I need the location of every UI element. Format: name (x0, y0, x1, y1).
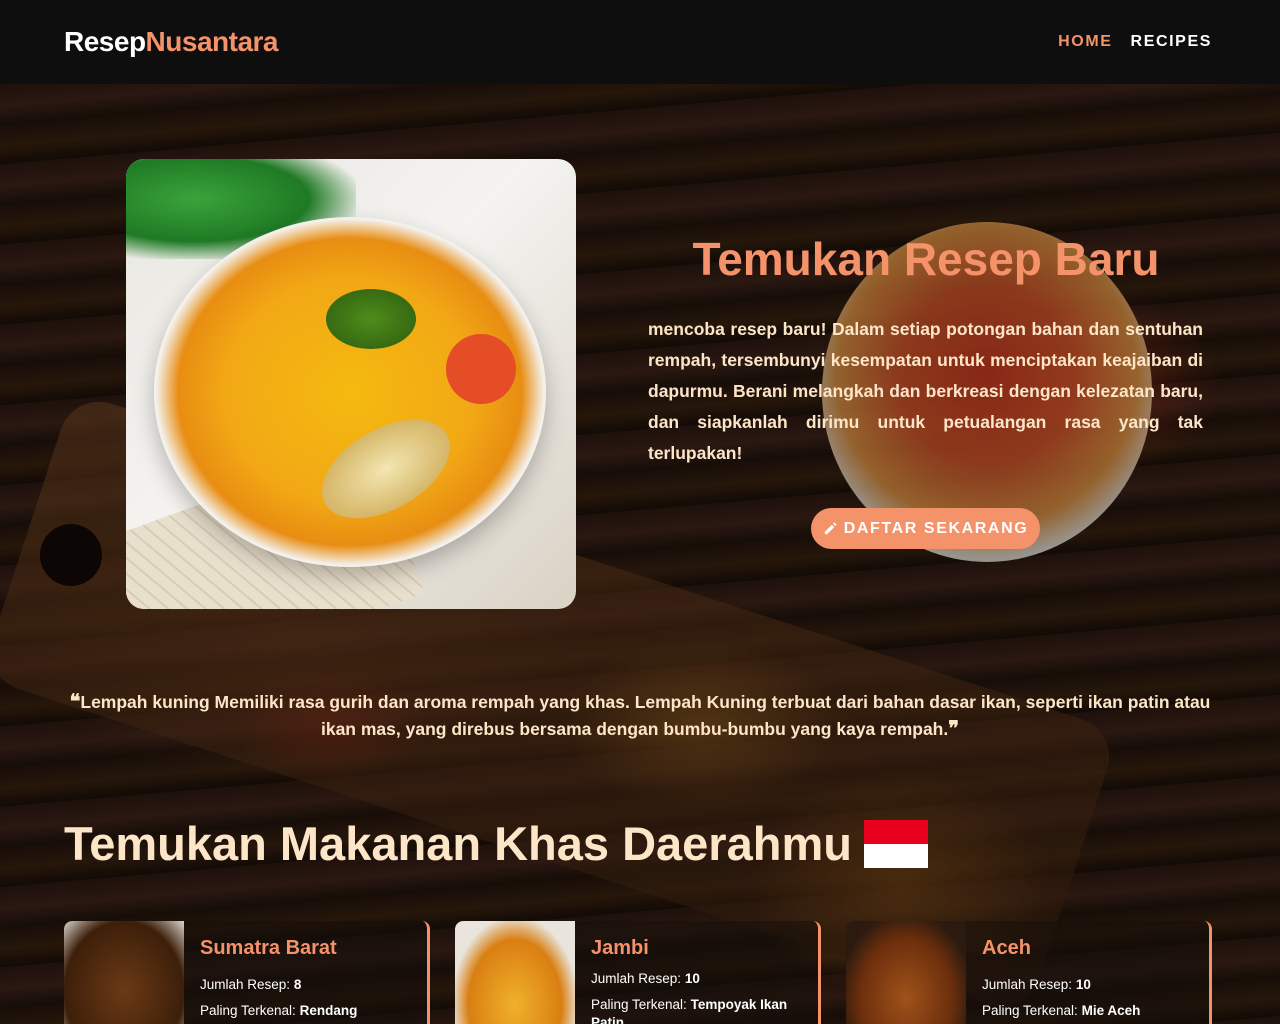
region-card-title: Sumatra Barat (200, 937, 337, 959)
region-card-famous: Paling Terkenal: Rendang (200, 1003, 358, 1018)
quote-open-icon: ❝ (69, 689, 81, 713)
quote-text: Lempah kuning Memiliki rasa gurih dan ar… (80, 692, 1211, 739)
indonesia-flag-icon (863, 819, 928, 868)
region-section-heading: Temukan Makanan Khas Daerahmu (64, 816, 928, 871)
brand-part2: Nusantara (145, 26, 279, 57)
hero-text: mencoba resep baru! Dalam setiap potonga… (648, 319, 1203, 463)
brand-logo[interactable]: ResepNusantara (64, 26, 278, 58)
quote-close-icon: ❞ (948, 716, 959, 740)
nav-home[interactable]: HOME (1058, 33, 1112, 51)
region-card-famous: Paling Terkenal: Mie Aceh (982, 1003, 1141, 1018)
region-card-image (64, 921, 184, 1024)
pencil-icon (824, 522, 837, 535)
region-card-count: Jumlah Resep: 10 (982, 977, 1091, 992)
region-card[interactable]: Sumatra Barat Jumlah Resep: 8 Paling Ter… (64, 921, 430, 1024)
nav-links: HOME RECIPES (1058, 33, 1212, 51)
register-button-label: DAFTAR SEKARANG (843, 519, 1029, 537)
nav-recipes[interactable]: RECIPES (1131, 33, 1212, 51)
cutting-board-hole (40, 524, 102, 586)
region-card[interactable]: Aceh Jumlah Resep: 10 Paling Terkenal: M… (846, 921, 1212, 1024)
region-card[interactable]: Jambi Jumlah Resep: 10 Paling Terkenal: … (455, 921, 821, 1024)
region-card-count: Jumlah Resep: 10 (591, 971, 700, 986)
register-button[interactable]: DAFTAR SEKARANG (811, 508, 1040, 549)
region-card-count: Jumlah Resep: 8 (200, 977, 302, 992)
navbar: ResepNusantara HOME RECIPES (0, 0, 1280, 84)
region-card-title: Aceh (982, 937, 1031, 959)
region-card-image (455, 921, 575, 1024)
tomato-decoration (446, 334, 516, 404)
region-cards: Sumatra Barat Jumlah Resep: 8 Paling Ter… (64, 921, 1214, 1024)
region-card-famous: Paling Terkenal: Tempoyak Ikan Patin (591, 997, 788, 1024)
herb-decoration (326, 289, 416, 349)
region-card-image (846, 921, 966, 1024)
hero-title: Temukan Resep Baru (692, 233, 1160, 285)
region-card-title: Jambi (591, 937, 649, 959)
featured-quote: ❝Lempah kuning Memiliki rasa gurih dan a… (64, 688, 1216, 742)
section-title: Temukan Makanan Khas Daerahmu (64, 817, 852, 870)
hero-food-image (126, 159, 576, 609)
brand-part1: Resep (64, 26, 146, 57)
